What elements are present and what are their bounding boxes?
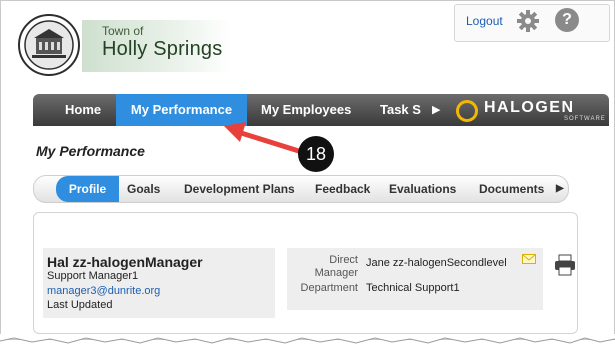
help-icon[interactable]: ?: [555, 8, 579, 32]
last-updated-label: Last Updated: [47, 299, 113, 311]
halogen-brand: HALOGEN: [484, 99, 575, 116]
town-small-label: Town of: [102, 24, 144, 38]
halogen-logo: HALOGEN SOFTWARE: [456, 98, 606, 124]
tab-goals[interactable]: Goals: [127, 176, 160, 202]
callout-arrow-icon: [224, 122, 305, 155]
tab-development-plans[interactable]: Development Plans: [184, 176, 295, 202]
page-title: My Performance: [36, 143, 145, 159]
tab-profile[interactable]: Profile: [56, 176, 119, 202]
department-label: Department: [300, 282, 358, 294]
manager-label: Manager: [314, 267, 358, 279]
employee-name: Hal zz-halogenManager: [47, 254, 203, 270]
halogen-ring-icon: [456, 100, 478, 122]
printer-icon[interactable]: [554, 254, 576, 276]
nav-task-s[interactable]: Task S: [380, 94, 421, 126]
tab-evaluations[interactable]: Evaluations: [389, 176, 456, 202]
envelope-icon[interactable]: [522, 254, 536, 264]
employee-role: Support Manager1: [47, 270, 139, 282]
gear-icon[interactable]: [516, 9, 540, 33]
direct-label: Direct: [329, 254, 358, 266]
employee-email-link[interactable]: manager3@dunrite.org: [47, 285, 160, 297]
town-seal-icon: [18, 14, 80, 76]
direct-manager-value: Jane zz-halogenSecondlevel: [366, 257, 507, 269]
department-value: Technical Support1: [366, 282, 460, 294]
tab-documents[interactable]: Documents: [479, 176, 544, 202]
halogen-brand-sub: SOFTWARE: [564, 116, 606, 122]
subnav-more-arrow-icon[interactable]: ▶: [556, 176, 564, 202]
nav-more-arrow-icon[interactable]: ▶: [432, 103, 440, 116]
step-badge: 18: [298, 136, 334, 172]
town-name: Holly Springs: [102, 38, 223, 60]
tab-feedback[interactable]: Feedback: [315, 176, 370, 202]
nav-home[interactable]: Home: [65, 94, 101, 126]
torn-edge: [0, 334, 615, 344]
logout-link[interactable]: Logout: [466, 14, 503, 28]
sub-nav: Profile Goals Development Plans Feedback…: [33, 175, 569, 203]
